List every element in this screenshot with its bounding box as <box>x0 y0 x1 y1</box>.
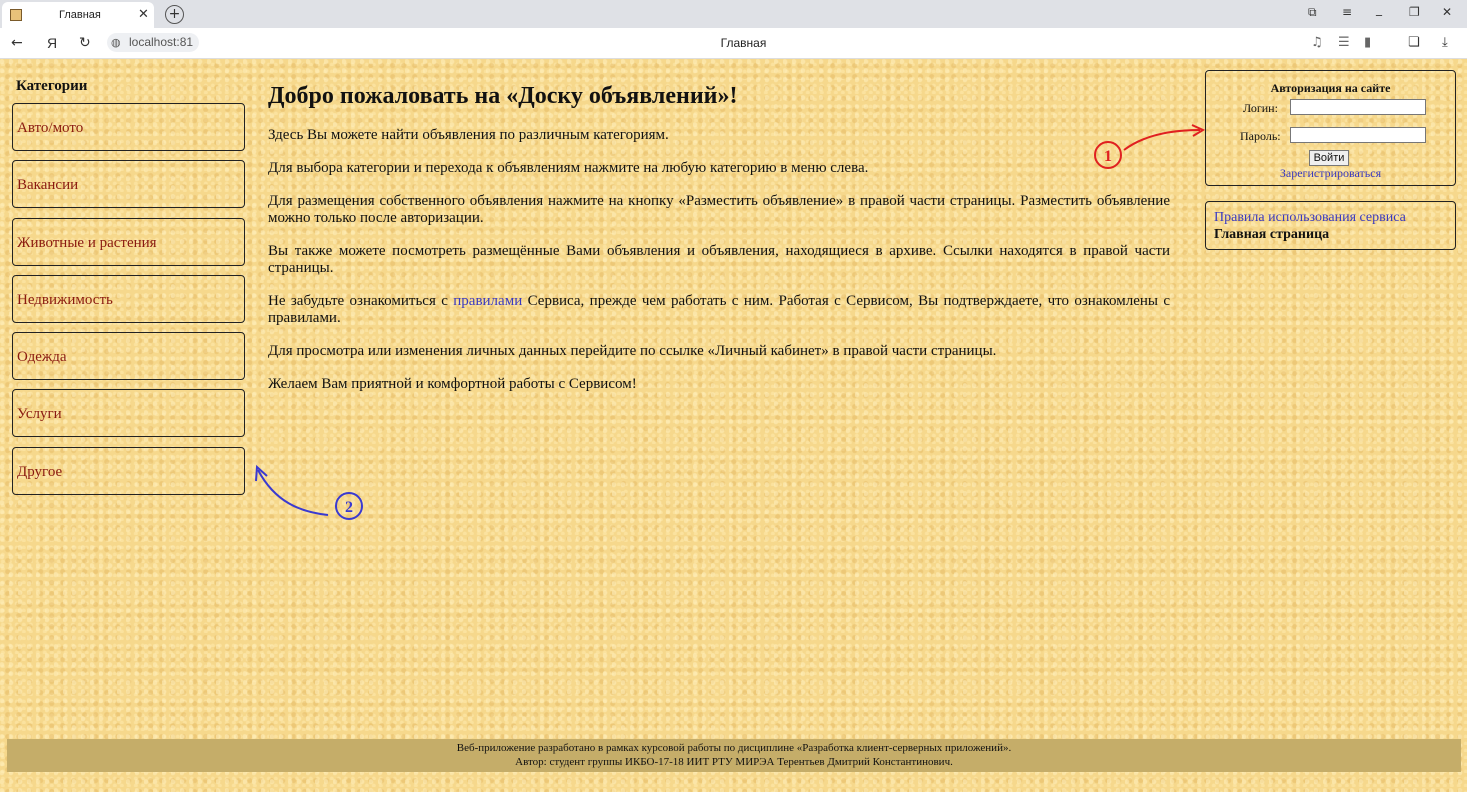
marker-2-text: 2 <box>345 499 353 516</box>
annotation-layer: 1 2 <box>255 124 1206 520</box>
annotation-marker-1: 1 <box>1094 124 1206 169</box>
annotation-marker-2: 2 <box>255 464 363 520</box>
marker-1-text: 1 <box>1104 148 1112 165</box>
